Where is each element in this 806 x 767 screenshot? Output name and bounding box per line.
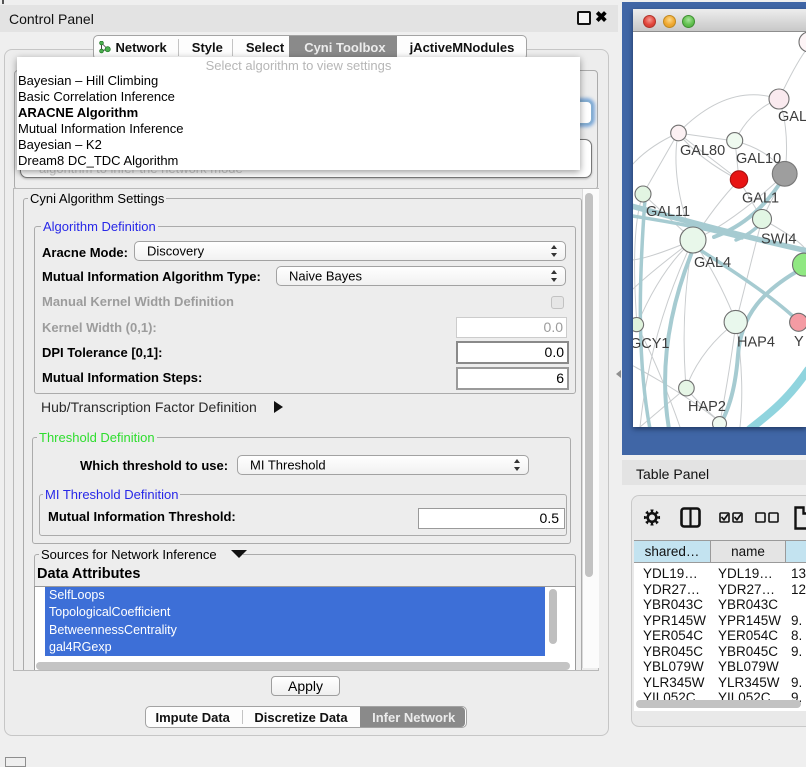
svg-text:GAL11: GAL11 xyxy=(646,204,690,220)
svg-text:HAP4: HAP4 xyxy=(737,335,775,351)
svg-text:SWI4: SWI4 xyxy=(761,232,796,248)
svg-text:GAL2: GAL2 xyxy=(778,109,806,125)
svg-text:GAL4: GAL4 xyxy=(694,255,731,271)
svg-text:HAP2: HAP2 xyxy=(688,399,726,415)
svg-text:GCY1: GCY1 xyxy=(633,336,670,352)
svg-text:GAL80: GAL80 xyxy=(680,143,725,159)
svg-text:GAL10: GAL10 xyxy=(736,151,781,167)
svg-text:Y: Y xyxy=(794,334,804,350)
svg-text:GAL1: GAL1 xyxy=(742,191,779,207)
